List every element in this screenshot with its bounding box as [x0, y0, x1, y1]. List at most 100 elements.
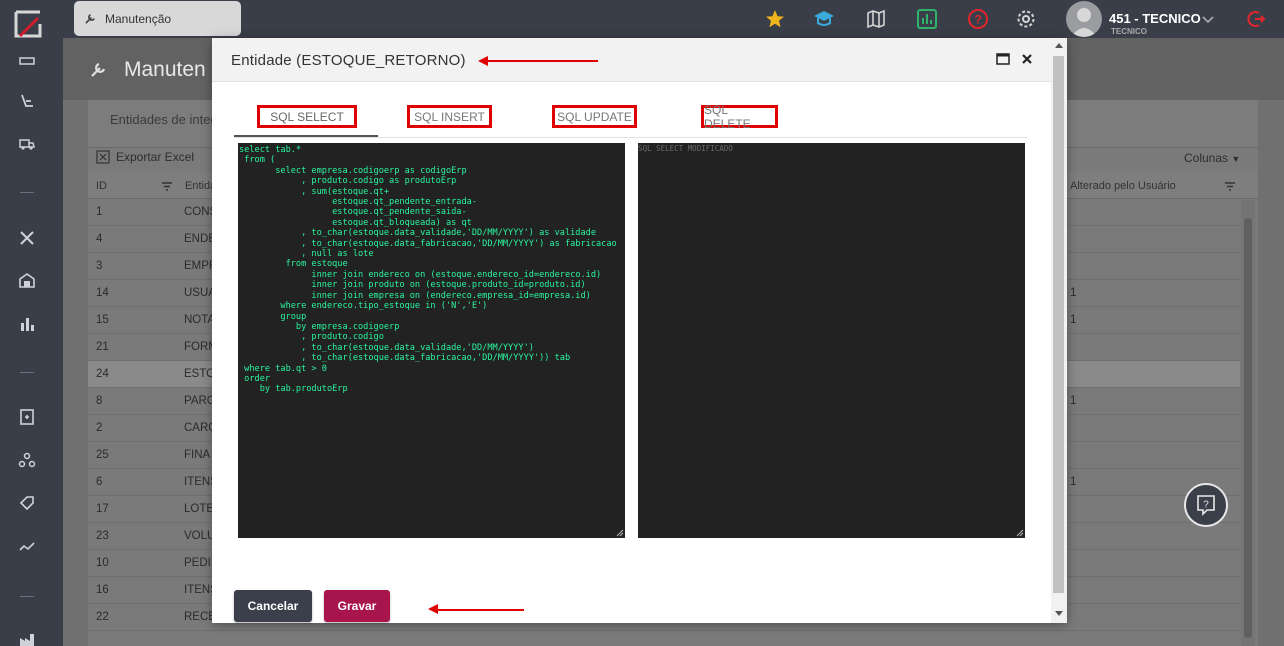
- column-header-id[interactable]: ID: [96, 180, 107, 192]
- modal-title: Entidade (ESTOQUE_RETORNO): [231, 52, 466, 69]
- scroll-down-icon[interactable]: [1055, 611, 1063, 616]
- entity-modal: Entidade (ESTOQUE_RETORNO) SQL SELECT SQ…: [212, 38, 1067, 623]
- cell-id: 8: [96, 395, 103, 407]
- help-circle-icon[interactable]: ?: [967, 8, 989, 30]
- cell-id: 3: [96, 260, 103, 272]
- modal-scrollbar-thumb[interactable]: [1053, 56, 1064, 593]
- sidebar-tools-icon[interactable]: [18, 229, 36, 247]
- sidebar-bar-chart-icon[interactable]: [18, 315, 36, 333]
- annotation-arrow: [428, 604, 524, 614]
- sidebar-forklift-icon[interactable]: [18, 92, 36, 110]
- cell-id: 24: [96, 368, 109, 380]
- export-excel-label: Exportar Excel: [116, 150, 195, 164]
- logo-icon[interactable]: [10, 6, 46, 42]
- columns-dropdown[interactable]: Colunas ▼: [1184, 151, 1240, 165]
- filter-icon[interactable]: [162, 182, 172, 191]
- cell-id: 15: [96, 314, 109, 326]
- wrench-icon: [85, 14, 95, 24]
- page-title: Manuten: [124, 58, 206, 81]
- sidebar: [0, 0, 63, 646]
- cell-id: 25: [96, 449, 109, 461]
- maximize-icon: [996, 53, 1010, 65]
- resize-handle-icon[interactable]: [1016, 529, 1024, 537]
- cell-entity: PARC: [184, 395, 216, 407]
- sidebar-network-icon[interactable]: [18, 451, 36, 469]
- help-bubble-icon: ?: [1197, 495, 1215, 516]
- sql-select-code: select tab.* from ( select empresa.codig…: [239, 145, 617, 395]
- export-excel-button[interactable]: Exportar Excel: [96, 150, 194, 164]
- wrench-icon: [91, 62, 106, 77]
- sidebar-divider: [20, 596, 34, 597]
- sql-modified-placeholder: SQL SELECT MODIFICADO: [638, 144, 733, 153]
- cell-altered-by: 1: [1070, 476, 1077, 488]
- cell-id: 4: [96, 233, 103, 245]
- map-icon[interactable]: [865, 8, 887, 30]
- cell-id: 6: [96, 476, 103, 488]
- sidebar-tag-icon[interactable]: [18, 494, 36, 512]
- sidebar-document-icon[interactable]: [18, 408, 36, 426]
- sql-tabs: SQL SELECT SQL INSERT SQL UPDATE SQL DEL…: [234, 98, 1028, 138]
- caret-down-icon: ▼: [1231, 154, 1241, 164]
- maximize-button[interactable]: [994, 50, 1012, 68]
- avatar[interactable]: [1066, 1, 1102, 37]
- cell-id: 17: [96, 503, 109, 515]
- filter-icon[interactable]: [1225, 182, 1235, 191]
- sidebar-truck-icon[interactable]: [18, 134, 36, 152]
- breadcrumb-label: Manutenção: [105, 11, 172, 26]
- user-role: TECNICO: [1111, 27, 1147, 36]
- chevron-down-icon[interactable]: [1200, 11, 1216, 27]
- cell-entity: VOLU: [184, 530, 216, 542]
- user-name[interactable]: 451 - TECNICO: [1109, 11, 1201, 26]
- graduation-cap-icon[interactable]: [813, 8, 835, 30]
- active-tab-indicator: [234, 135, 378, 137]
- close-icon: [1022, 54, 1032, 64]
- cell-entity: PEDI: [184, 557, 211, 569]
- star-icon[interactable]: [764, 8, 786, 30]
- sidebar-grid-icon[interactable]: [18, 52, 36, 70]
- scroll-up-icon[interactable]: [1055, 43, 1063, 48]
- sidebar-trend-icon[interactable]: [18, 538, 36, 556]
- cell-id: 10: [96, 557, 109, 569]
- sql-modified-editor[interactable]: SQL SELECT MODIFICADO: [638, 143, 1025, 538]
- sidebar-warehouse-icon[interactable]: [18, 271, 36, 289]
- cell-entity: ESTO: [184, 368, 216, 380]
- close-button[interactable]: [1018, 50, 1036, 68]
- chart-icon[interactable]: [916, 8, 938, 30]
- cancel-button[interactable]: Cancelar: [234, 590, 312, 622]
- sidebar-factory-icon[interactable]: [18, 630, 36, 646]
- save-button[interactable]: Gravar: [324, 590, 390, 622]
- svg-text:?: ?: [1203, 500, 1209, 511]
- sql-select-editor[interactable]: select tab.* from ( select empresa.codig…: [238, 143, 625, 538]
- grid-scrollbar-thumb[interactable]: [1244, 218, 1252, 638]
- gear-icon[interactable]: [1015, 8, 1037, 30]
- cell-id: 14: [96, 287, 109, 299]
- annotation-arrow: [478, 56, 598, 66]
- cell-id: 22: [96, 611, 109, 623]
- tab-sql-select[interactable]: SQL SELECT: [257, 105, 357, 128]
- tab-entities[interactable]: Entidades de integ: [110, 112, 218, 127]
- cell-entity: LOTE: [184, 503, 215, 515]
- resize-handle-icon[interactable]: [616, 529, 624, 537]
- tab-sql-delete[interactable]: SQL DELETE: [701, 103, 778, 131]
- tab-sql-insert[interactable]: SQL INSERT: [407, 105, 492, 128]
- modal-header: Entidade (ESTOQUE_RETORNO): [212, 38, 1067, 82]
- cell-id: 16: [96, 584, 109, 596]
- grid-scrollbar[interactable]: [1241, 200, 1255, 646]
- sidebar-divider: [20, 192, 34, 193]
- cell-altered-by: 1: [1070, 395, 1077, 407]
- column-header-altered-by[interactable]: Alterado pelo Usuário: [1070, 180, 1176, 192]
- cell-id: 23: [96, 530, 109, 542]
- cell-altered-by: 1: [1070, 287, 1077, 299]
- breadcrumb[interactable]: Manutenção: [74, 1, 241, 36]
- excel-icon: [96, 150, 110, 164]
- help-chat-button[interactable]: ?: [1184, 483, 1228, 527]
- user-icon: [1071, 8, 1097, 37]
- modal-scrollbar[interactable]: [1051, 38, 1067, 623]
- cell-entity: FINA: [184, 449, 211, 461]
- tab-sql-update[interactable]: SQL UPDATE: [552, 105, 637, 128]
- cell-id: 21: [96, 341, 109, 353]
- logout-icon[interactable]: [1246, 9, 1266, 29]
- sidebar-divider: [20, 372, 34, 373]
- columns-label: Colunas: [1184, 151, 1229, 165]
- cell-entity: NOTA: [184, 314, 216, 326]
